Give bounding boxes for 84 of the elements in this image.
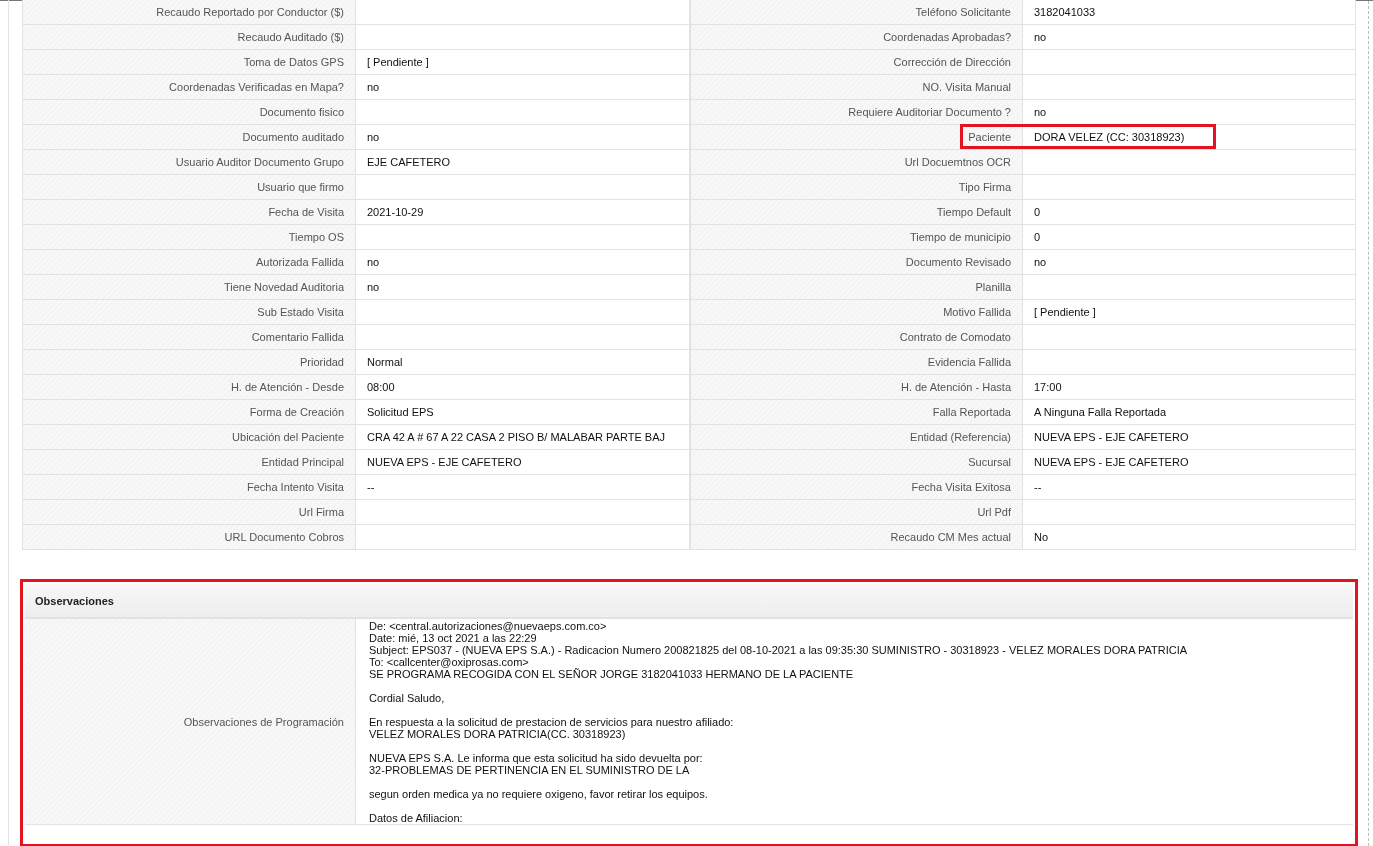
- field-value: [ Pendiente ]: [356, 50, 690, 75]
- field-label: Tipo Firma: [690, 175, 1023, 200]
- field-value: CRA 42 A # 67 A 22 CASA 2 PISO B/ MALABAR PARTE BAJ: [356, 425, 690, 450]
- field-value: NUEVA EPS - EJE CAFETERO: [356, 450, 690, 475]
- field-value: Normal: [356, 350, 690, 375]
- field-value: --: [1023, 475, 1356, 500]
- field-label: Autorizada Fallida: [22, 250, 356, 275]
- field-label: Documento fisico: [22, 100, 356, 125]
- observation-text: Date: mié, 13 oct 2021 a las 22:29: [369, 632, 538, 644]
- field-label: Recaudo CM Mes actual: [690, 525, 1023, 550]
- field-label: Coordenadas Verificadas en Mapa?: [22, 75, 356, 100]
- field-label: Evidencia Fallida: [690, 350, 1023, 375]
- field-label: Fecha Visita Exitosa: [690, 475, 1023, 500]
- field-label: Url Docuemtnos OCR: [690, 150, 1023, 175]
- field-label: Planilla: [690, 275, 1023, 300]
- field-label: Documento auditado: [22, 125, 356, 150]
- field-label: H. de Atención - Hasta: [690, 375, 1023, 400]
- field-value: EJE CAFETERO: [356, 150, 690, 175]
- field-label: Entidad (Referencia): [690, 425, 1023, 450]
- field-label: Tiempo OS: [22, 225, 356, 250]
- field-value: DORA VELEZ (CC: 30318923): [1023, 125, 1356, 150]
- field-value: 0: [1023, 200, 1356, 225]
- observation-text: De: <central.autorizaciones@nuevaeps.com.co>: [369, 620, 608, 632]
- field-label: Recaudo Reportado por Conductor ($): [22, 0, 356, 25]
- observation-text: En respuesta a la solicitud de prestacion de servicios para nuestro afiliado:: [369, 716, 735, 728]
- field-value: 08:00: [356, 375, 690, 400]
- field-label: Tiempo de municipio: [690, 225, 1023, 250]
- field-label: Tiene Novedad Auditoria: [22, 275, 356, 300]
- field-label: Comentario Fallida: [22, 325, 356, 350]
- field-label: Observaciones de Programación: [25, 619, 356, 824]
- field-label: Usuario que firmo: [22, 175, 356, 200]
- field-value: no: [356, 250, 690, 275]
- observation-text: 32-PROBLEMAS DE PERTINENCIA EN EL SUMINISTRO DE LA: [369, 764, 691, 776]
- field-label: Contrato de Comodato: [690, 325, 1023, 350]
- field-label: Fecha Intento Visita: [22, 475, 356, 500]
- field-label: Falla Reportada: [690, 400, 1023, 425]
- field-label: Tiempo Default: [690, 200, 1023, 225]
- field-value: no: [356, 75, 690, 100]
- section-header: Observaciones: [25, 584, 1353, 619]
- field-value: no: [356, 275, 690, 300]
- field-value: 3182041033: [1023, 0, 1356, 25]
- field-value: 17:00: [1023, 375, 1356, 400]
- field-label: Recaudo Auditado ($): [22, 25, 356, 50]
- field-value: no: [1023, 25, 1356, 50]
- field-value: 0: [1023, 225, 1356, 250]
- field-label: NO. Visita Manual: [690, 75, 1023, 100]
- field-label: Teléfono Solicitante: [690, 0, 1023, 25]
- field-value: Solicitud EPS: [356, 400, 690, 425]
- field-label: Fecha de Visita: [22, 200, 356, 225]
- field-label: Coordenadas Aprobadas?: [690, 25, 1023, 50]
- field-value: No: [1023, 525, 1356, 550]
- field-label: H. de Atención - Desde: [22, 375, 356, 400]
- field-label: Prioridad: [22, 350, 356, 375]
- field-label: Documento Revisado: [690, 250, 1023, 275]
- field-label: Motivo Fallida: [690, 300, 1023, 325]
- observation-text: segun orden medica ya no requiere oxigeno, favor retirar los equipos.: [369, 788, 709, 800]
- field-value: 2021-10-29: [356, 200, 690, 225]
- field-label: Paciente: [690, 125, 1023, 150]
- field-value: A Ninguna Falla Reportada: [1023, 400, 1356, 425]
- field-label: Url Firma: [22, 500, 356, 525]
- field-value: NUEVA EPS - EJE CAFETERO: [1023, 425, 1356, 450]
- field-value: no: [356, 125, 690, 150]
- field-value: --: [356, 475, 690, 500]
- field-label: Requiere Auditoriar Documento ?: [690, 100, 1023, 125]
- observation-text: NUEVA EPS S.A. Le informa que esta solicitud ha sido devuelta por:: [369, 752, 704, 764]
- field-label: Sub Estado Visita: [22, 300, 356, 325]
- field-label: Forma de Creación: [22, 400, 356, 425]
- field-value: no: [1023, 250, 1356, 275]
- field-label: Corrección de Dirección: [690, 50, 1023, 75]
- field-value: NUEVA EPS - EJE CAFETERO: [1023, 450, 1356, 475]
- field-label: Ubicación del Paciente: [22, 425, 356, 450]
- field-label: Url Pdf: [690, 500, 1023, 525]
- observation-text: VELEZ MORALES DORA PATRICIA(CC. 30318923): [369, 728, 627, 740]
- observation-text: SE PROGRAMA RECOGIDA CON EL SEÑOR JORGE 3182041033 HERMANO DE LA PACIENTE: [369, 668, 855, 680]
- observation-text: To: <callcenter@oxiprosas.com>: [369, 656, 530, 668]
- field-label: Toma de Datos GPS: [22, 50, 356, 75]
- field-value: [ Pendiente ]: [1023, 300, 1356, 325]
- field-label: Sucursal: [690, 450, 1023, 475]
- field-label: Usuario Auditor Documento Grupo: [22, 150, 356, 175]
- field-label: URL Documento Cobros: [22, 525, 356, 550]
- observation-text: Cordial Saludo,: [369, 692, 446, 704]
- observation-text: Datos de Afiliacion:: [369, 812, 464, 824]
- field-label: Entidad Principal: [22, 450, 356, 475]
- observation-text: Subject: EPS037 - (NUEVA EPS S.A.) - Radicacion Numero 200821825 del 08-10-2021 a las 09:35:30 SUMINISTRO - 30318923 - VELEZ MORALES DORA PATRICIA: [369, 644, 1189, 656]
